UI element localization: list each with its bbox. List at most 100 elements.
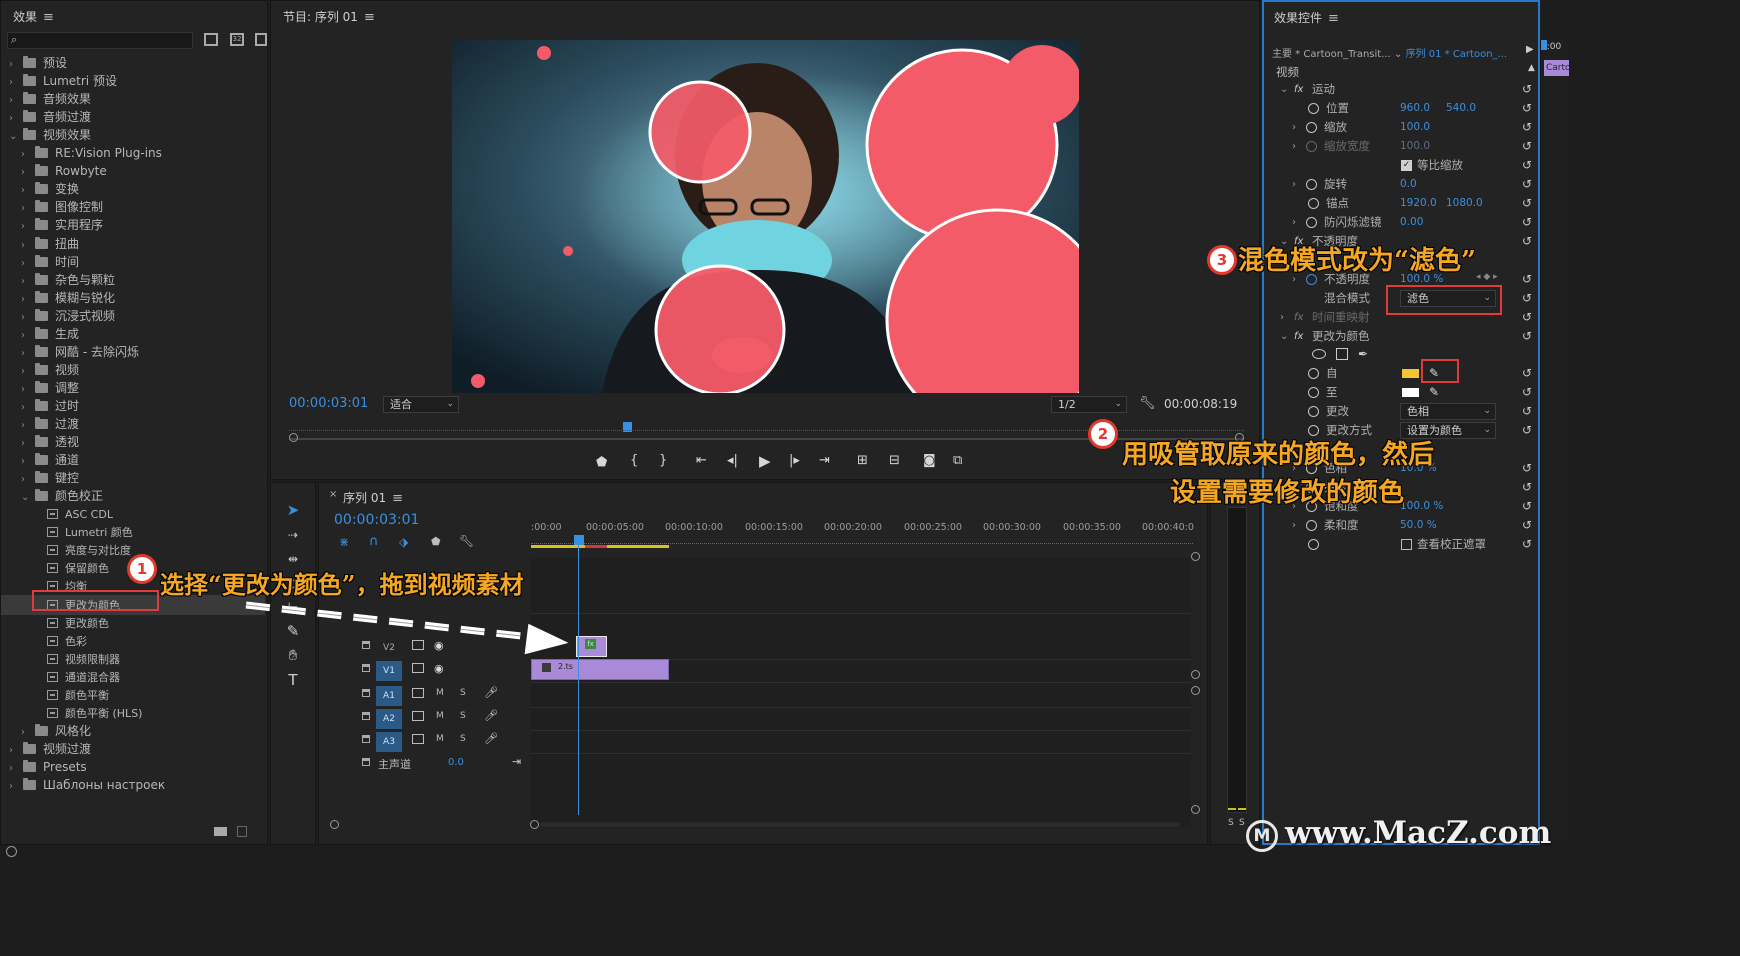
add-marker-icon[interactable]: ⬟ (596, 455, 607, 470)
play-audio-icon[interactable]: ▶ (1526, 44, 1534, 55)
master-clip-label[interactable]: 主要 * Cartoon_Transit... (1272, 45, 1391, 60)
32bit-effects-icon[interactable]: 32 (230, 33, 244, 46)
effects-tree-item[interactable]: ⌄ 颜色校正 (1, 486, 265, 506)
chevron-right-icon[interactable]: › (1292, 175, 1296, 194)
effects-tree-item[interactable]: › 视频 (1, 360, 265, 380)
effects-tree-item[interactable]: ASC CDL (1, 504, 265, 524)
reset-icon[interactable]: ↺ (1522, 519, 1534, 531)
stopwatch-icon[interactable] (1306, 520, 1317, 531)
reset-icon[interactable]: ↺ (1522, 405, 1534, 417)
timeline-horizontal-scrollbar[interactable] (330, 820, 1190, 830)
view-mask-checkbox[interactable] (1401, 539, 1412, 550)
effects-tree-item[interactable]: › 扭曲 (1, 234, 265, 254)
chevron-right-icon[interactable]: › (1292, 118, 1296, 137)
effects-tree-item[interactable]: › 键控 (1, 468, 265, 488)
effects-tree-item[interactable]: › 生成 (1, 324, 265, 344)
reset-icon[interactable]: ↺ (1522, 121, 1534, 133)
track-badge[interactable]: A1 (376, 686, 402, 706)
chevron-down-icon[interactable]: ⌄ (1280, 80, 1288, 99)
lock-icon[interactable] (362, 735, 370, 743)
linked-selection-icon[interactable]: ∩ (369, 534, 379, 549)
stopwatch-icon[interactable] (1308, 368, 1319, 379)
effects-tree-item[interactable]: › 通道 (1, 450, 265, 470)
effects-tree-item[interactable]: › 变换 (1, 179, 265, 199)
fx-badge-icon[interactable]: fx (1294, 308, 1303, 327)
track-select-tool-icon[interactable]: ⇢ (282, 524, 304, 546)
settings-wrench-icon[interactable]: 🔧︎ (459, 534, 474, 548)
add-marker-icon[interactable]: ⬗ (399, 535, 408, 549)
effects-tree-item[interactable]: › 沉浸式视频 (1, 306, 265, 326)
panel-menu-icon[interactable]: ≡ (364, 10, 375, 25)
effects-search-input[interactable]: ⌕ (7, 32, 193, 49)
reset-icon[interactable]: ↺ (1522, 273, 1534, 285)
lock-icon[interactable] (362, 758, 370, 766)
fx-badge-icon[interactable]: fx (1294, 327, 1303, 346)
solo-right-button[interactable]: S (1239, 818, 1245, 828)
video-frame[interactable] (452, 40, 1079, 393)
panel-menu-icon[interactable]: ≡ (1328, 11, 1339, 26)
stopwatch-icon[interactable] (1308, 539, 1319, 550)
effects-tree-item[interactable]: Lumetri 颜色 (1, 522, 265, 542)
reset-icon[interactable]: ↺ (1522, 159, 1534, 171)
clip-v2[interactable]: fx (576, 636, 607, 657)
ec-property-value-2[interactable]: 540.0 (1446, 99, 1476, 118)
reset-icon[interactable]: ↺ (1522, 102, 1534, 114)
ec-property-value[interactable]: 100.0 (1400, 137, 1430, 156)
go-to-out-icon[interactable]: ⇥ (819, 453, 830, 468)
effects-tree-item[interactable]: 通道混合器 (1, 667, 265, 687)
ec-property-value[interactable]: 50.0 % (1400, 516, 1437, 535)
collapse-icon[interactable]: ▲ (1528, 63, 1535, 73)
ec-property-value-2[interactable]: 1080.0 (1446, 194, 1483, 213)
effects-tree-item[interactable]: › 杂色与颗粒 (1, 270, 265, 290)
step-back-icon[interactable]: ◂| (727, 453, 738, 468)
ec-property-value[interactable]: 0.0 (1400, 175, 1417, 194)
reset-icon[interactable]: ↺ (1522, 292, 1534, 304)
lock-icon[interactable] (362, 664, 370, 672)
ec-property-value[interactable]: 960.0 (1400, 99, 1430, 118)
reset-icon[interactable]: ↺ (1522, 481, 1534, 493)
effects-tree-item[interactable]: › 过时 (1, 396, 265, 416)
microphone-icon[interactable]: 🎤︎ (484, 709, 498, 722)
reset-icon[interactable]: ↺ (1522, 424, 1534, 436)
chevron-right-icon[interactable]: › (9, 777, 23, 797)
timeline-playhead[interactable] (574, 535, 584, 545)
eyedropper-icon[interactable]: ✎ (1429, 383, 1439, 402)
ec-dropdown[interactable]: 色相 ⌄ (1400, 403, 1496, 420)
play-button[interactable]: ▶ (759, 452, 771, 470)
effects-tree-item[interactable]: › Presets (1, 757, 265, 777)
effects-tree-item[interactable]: › 实用程序 (1, 215, 265, 235)
mute-button[interactable]: M (436, 734, 444, 744)
effects-tree-item[interactable]: › 音频过渡 (1, 107, 265, 127)
sync-lock-icon[interactable] (412, 688, 424, 698)
solo-button[interactable]: S (460, 734, 466, 744)
effects-tree-item[interactable]: 视频限制器 (1, 649, 265, 669)
effects-tree-item[interactable]: › 过渡 (1, 414, 265, 434)
ec-playhead[interactable] (1541, 40, 1547, 50)
effects-tree-item[interactable]: › Шаблоны настроек (1, 775, 265, 795)
effects-tree-item[interactable]: 颜色平衡 (1, 685, 265, 705)
reset-icon[interactable]: ↺ (1522, 140, 1534, 152)
reset-icon[interactable]: ↺ (1522, 83, 1534, 95)
panel-menu-icon[interactable]: ≡ (43, 10, 54, 25)
microphone-icon[interactable]: 🎤︎ (484, 732, 498, 745)
stopwatch-icon[interactable] (1308, 406, 1319, 417)
reset-icon[interactable]: ↺ (1522, 538, 1534, 550)
chevron-right-icon[interactable]: › (1292, 516, 1296, 535)
chevron-right-icon[interactable]: › (1292, 213, 1296, 232)
effects-tree-item[interactable]: › 视频过渡 (1, 739, 265, 759)
effects-tree-item[interactable]: ⌄ 视频效果 (1, 125, 265, 145)
stopwatch-icon[interactable] (1308, 387, 1319, 398)
reset-icon[interactable]: ↺ (1522, 386, 1534, 398)
extract-icon[interactable]: ⊟ (889, 453, 900, 468)
yuv-effects-icon[interactable] (255, 33, 267, 46)
reset-icon[interactable]: ↺ (1522, 216, 1534, 228)
effects-tree-item[interactable]: › 音频效果 (1, 89, 265, 109)
reset-icon[interactable]: ↺ (1522, 330, 1534, 342)
solo-button[interactable]: S (460, 711, 466, 721)
ellipse-mask-icon[interactable] (1312, 349, 1326, 359)
resolution-dropdown[interactable]: 1/2 ⌄ (1051, 396, 1127, 413)
reset-icon[interactable]: ↺ (1522, 235, 1534, 247)
effects-tree-item[interactable]: › 透视 (1, 432, 265, 452)
export-frame-icon[interactable]: ◙ (923, 453, 936, 468)
effects-tree-item[interactable]: › 模糊与锐化 (1, 288, 265, 308)
